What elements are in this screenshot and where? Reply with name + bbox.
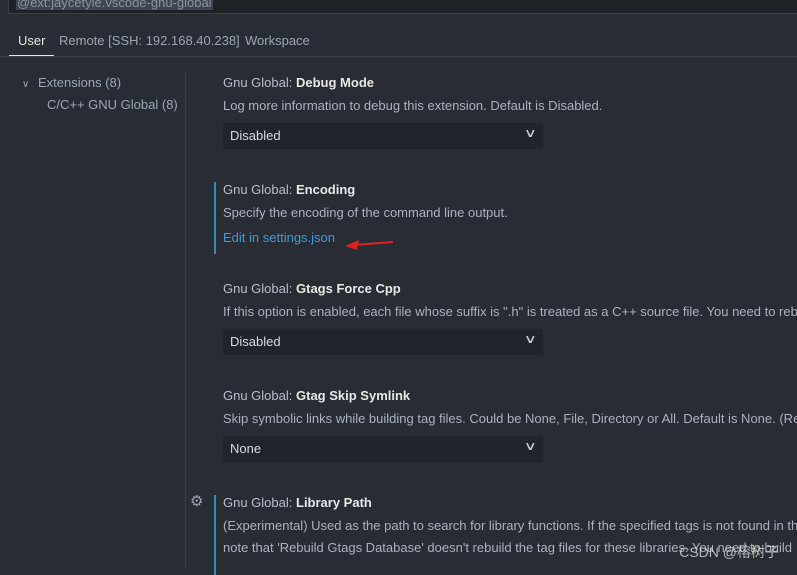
- setting-encoding: Gnu Global: Encoding Specify the encodin…: [214, 182, 797, 254]
- tree-item-gnu-global[interactable]: C/C++ GNU Global (8): [0, 94, 185, 116]
- setting-prefix: Gnu Global:: [223, 495, 296, 510]
- setting-name: Gtags Force Cpp: [296, 281, 401, 296]
- setting-prefix: Gnu Global:: [223, 281, 296, 296]
- setting-description: Specify the encoding of the command line…: [223, 205, 508, 220]
- gtag-skip-symlink-select[interactable]: None ∨: [223, 436, 543, 462]
- setting-description: Skip symbolic links while building tag f…: [223, 411, 797, 426]
- search-input[interactable]: @ext:jaycetyle.vscode-gnu-global: [8, 0, 797, 14]
- gtags-force-cpp-select[interactable]: Disabled ∨: [223, 329, 543, 355]
- setting-gtag-skip-symlink: Gnu Global: Gtag Skip Symlink Skip symbo…: [214, 388, 797, 462]
- setting-prefix: Gnu Global:: [223, 75, 296, 90]
- chevron-down-icon: ∨: [524, 332, 538, 346]
- setting-prefix: Gnu Global:: [223, 182, 296, 197]
- setting-name: Library Path: [296, 495, 372, 510]
- tab-workspace[interactable]: Workspace: [245, 33, 310, 48]
- red-arrow-annotation: [345, 240, 394, 250]
- select-value: None: [230, 441, 262, 456]
- edit-in-settings-json-link[interactable]: Edit in settings.json: [223, 230, 335, 245]
- setting-description: (Experimental) Used as the path to searc…: [223, 518, 797, 533]
- chevron-down-icon: ∨: [524, 126, 538, 140]
- setting-title: Gnu Global: Debug Mode: [223, 75, 797, 95]
- setting-prefix: Gnu Global:: [223, 388, 296, 403]
- setting-name: Debug Mode: [296, 75, 374, 90]
- setting-title: Gnu Global: Gtag Skip Symlink: [223, 388, 797, 408]
- gear-icon[interactable]: ⚙: [190, 492, 203, 510]
- chevron-down-icon: ∨: [22, 79, 30, 90]
- setting-description: Log more information to debug this exten…: [223, 98, 603, 113]
- debug-mode-select[interactable]: Disabled ∨: [223, 123, 543, 149]
- select-value: Disabled: [230, 128, 281, 143]
- setting-name: Gtag Skip Symlink: [296, 388, 411, 403]
- select-value: Disabled: [230, 334, 281, 349]
- settings-tree: ∨ Extensions (8) C/C++ GNU Global (8): [0, 72, 185, 116]
- setting-title: Gnu Global: Gtags Force Cpp: [223, 281, 797, 301]
- setting-library-path: Gnu Global: Library Path (Experimental) …: [214, 495, 797, 575]
- settings-tabs: User Remote [SSH: 192.168.40.238] Worksp…: [0, 30, 797, 57]
- tab-remote[interactable]: Remote [SSH: 192.168.40.238]: [59, 33, 240, 48]
- tree-group-label: Extensions (8): [38, 75, 122, 90]
- watermark: CSDN @榕树子: [679, 544, 779, 560]
- setting-debug-mode: Gnu Global: Debug Mode Log more informat…: [214, 75, 797, 149]
- tab-user[interactable]: User: [9, 33, 55, 56]
- setting-name: Encoding: [296, 182, 356, 197]
- setting-title: Gnu Global: Encoding: [223, 182, 797, 202]
- setting-gtags-force-cpp: Gnu Global: Gtags Force Cpp If this opti…: [214, 281, 797, 355]
- search-value: @ext:jaycetyle.vscode-gnu-global: [16, 0, 213, 10]
- divider: [185, 72, 186, 569]
- setting-title: Gnu Global: Library Path: [223, 495, 797, 515]
- tree-group-extensions[interactable]: ∨ Extensions (8): [0, 72, 185, 94]
- chevron-down-icon: ∨: [524, 439, 538, 453]
- setting-description: If this option is enabled, each file who…: [223, 304, 797, 319]
